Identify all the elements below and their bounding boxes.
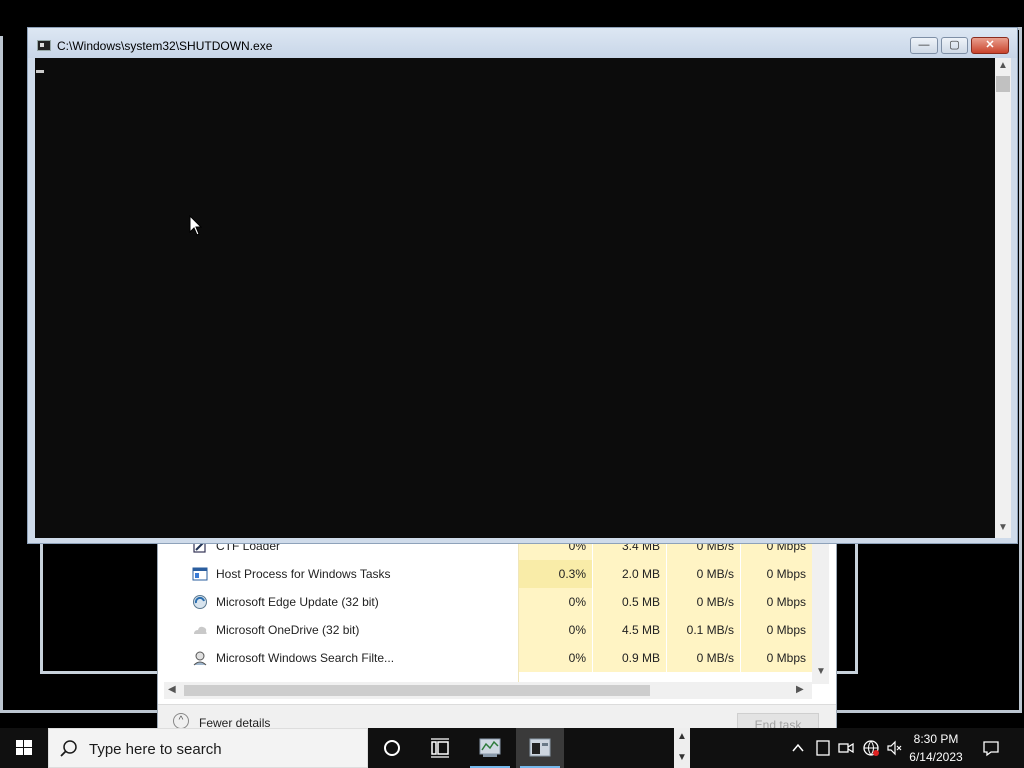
console-icon [529, 738, 551, 757]
taskbar-search-box[interactable]: Type here to search [48, 728, 368, 768]
onedrive-icon [192, 622, 208, 638]
scroll-left-arrow-icon[interactable]: ◀ [168, 684, 176, 695]
console-output-area[interactable] [35, 58, 995, 538]
process-list-vertical-scrollbar[interactable]: ▼ [812, 538, 829, 684]
scroll-down-arrow-icon[interactable]: ▼ [998, 522, 1008, 533]
cpu-cell: 0% [519, 588, 592, 616]
network-cell: 0 Mbps [741, 616, 812, 644]
horizontal-scroll-thumb[interactable] [184, 685, 650, 696]
chevron-up-icon[interactable]: ^ [173, 713, 189, 728]
cortana-button[interactable] [368, 728, 416, 768]
disk-cell: 0 MB/s [667, 560, 740, 588]
scroll-right-arrow-icon[interactable]: ▶ [796, 684, 804, 695]
meet-now-icon[interactable] [838, 740, 854, 756]
disk-cell: 0 MB/s [667, 644, 740, 672]
process-list-horizontal-scrollbar[interactable]: ◀ ▶ [164, 682, 812, 699]
cpu-cell: 0.3% [519, 560, 592, 588]
search-filter-icon [192, 650, 208, 666]
taskbar: Type here to search ▲ ▼ 8:30 PM 6/14/202… [0, 728, 1024, 768]
process-row[interactable]: Microsoft OneDrive (32 bit) 0% 4.5 MB 0.… [158, 616, 812, 644]
chevron-down-icon[interactable]: ▼ [677, 752, 687, 763]
task-manager-icon [479, 738, 501, 757]
host-process-icon [192, 566, 208, 582]
taskbar-scroll[interactable]: ▲ ▼ [674, 728, 690, 768]
maximize-button[interactable]: ▢ [941, 37, 968, 54]
memory-cell: 0.5 MB [593, 588, 666, 616]
taskbar-console-button[interactable] [516, 728, 564, 768]
cortana-icon [384, 740, 400, 756]
memory-cell: 2.0 MB [593, 560, 666, 588]
tablet-icon[interactable] [816, 740, 830, 756]
clock-date[interactable]: 6/14/2023 [906, 750, 966, 764]
task-view-button[interactable] [416, 728, 464, 768]
notifications-icon[interactable] [982, 739, 1000, 757]
task-manager-window: CTF Loader 0% 3.4 MB 0 MB/s 0 Mbps Host … [157, 538, 837, 728]
search-icon [59, 739, 79, 764]
network-cell: 0 Mbps [741, 560, 812, 588]
scroll-down-arrow-icon[interactable]: ▼ [816, 666, 826, 677]
search-placeholder: Type here to search [89, 741, 222, 758]
process-name: Microsoft Edge Update (32 bit) [216, 595, 379, 609]
edge-update-icon [192, 594, 208, 610]
console-app-icon[interactable] [37, 40, 51, 51]
minimize-button[interactable]: — [910, 37, 938, 54]
windows-start-icon [16, 740, 32, 755]
disk-cell: 0 MB/s [667, 588, 740, 616]
cpu-cell: 0% [519, 616, 592, 644]
process-name: Microsoft OneDrive (32 bit) [216, 623, 360, 637]
process-name: Host Process for Windows Tasks [216, 567, 391, 581]
process-row[interactable]: Microsoft Windows Search Filte... 0% 0.9… [158, 644, 812, 672]
task-view-icon [431, 738, 449, 758]
process-row[interactable]: Microsoft Edge Update (32 bit) 0% 0.5 MB… [158, 588, 812, 616]
console-window[interactable]: C:\Windows\system32\SHUTDOWN.exe — ▢ ✕ ▲… [27, 27, 1018, 544]
chevron-up-icon[interactable]: ▲ [677, 731, 687, 742]
console-title-bar[interactable]: C:\Windows\system32\SHUTDOWN.exe — ▢ ✕ [28, 28, 1017, 58]
mouse-pointer-icon [189, 214, 203, 242]
network-cell: 0 Mbps [741, 588, 812, 616]
vertical-scroll-thumb[interactable] [996, 76, 1010, 92]
taskbar-task-manager-button[interactable] [466, 728, 514, 768]
start-button[interactable] [0, 728, 48, 768]
process-row[interactable]: Host Process for Windows Tasks 0.3% 2.0 … [158, 560, 812, 588]
memory-cell: 4.5 MB [593, 616, 666, 644]
volume-muted-icon[interactable] [886, 740, 902, 756]
task-manager-footer: ^ Fewer details End task [158, 704, 836, 728]
window-title: C:\Windows\system32\SHUTDOWN.exe [57, 39, 273, 53]
clock-time[interactable]: 8:30 PM [906, 732, 966, 746]
process-name: Microsoft Windows Search Filte... [216, 651, 395, 665]
scroll-up-arrow-icon[interactable]: ▲ [998, 60, 1008, 71]
fewer-details-link[interactable]: Fewer details [199, 716, 270, 728]
show-hidden-icons-chevron-icon[interactable] [790, 740, 806, 756]
end-task-button[interactable]: End task [737, 713, 819, 728]
network-icon[interactable] [862, 739, 880, 757]
system-tray: 8:30 PM 6/14/2023 [690, 728, 1024, 768]
memory-cell: 0.9 MB [593, 644, 666, 672]
text-cursor [36, 70, 44, 73]
close-button[interactable]: ✕ [971, 37, 1009, 54]
cpu-cell: 0% [519, 644, 592, 672]
disk-cell: 0.1 MB/s [667, 616, 740, 644]
network-cell: 0 Mbps [741, 644, 812, 672]
console-vertical-scrollbar[interactable]: ▲ ▼ [995, 58, 1011, 538]
